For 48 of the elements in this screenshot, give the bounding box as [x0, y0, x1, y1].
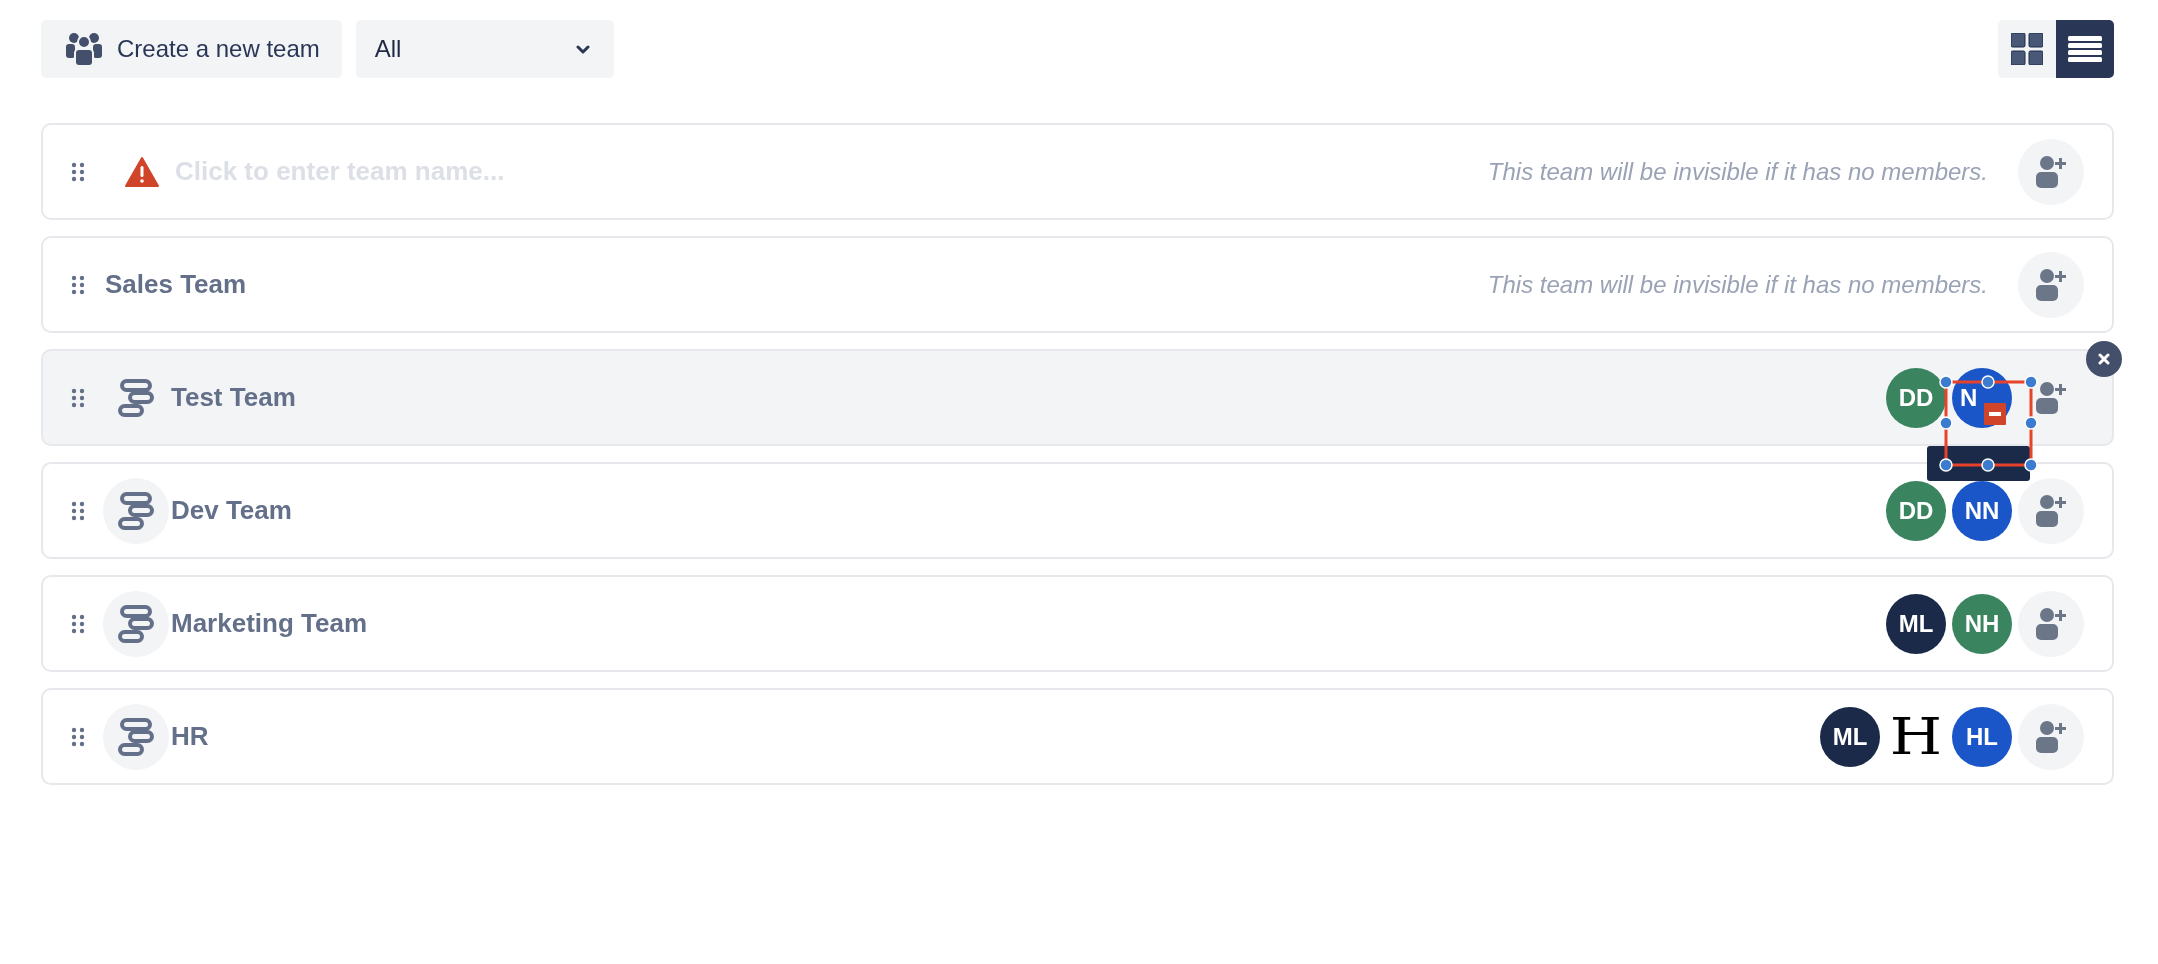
list-view-button[interactable]: [2056, 20, 2114, 78]
drag-handle-icon[interactable]: [71, 726, 85, 747]
team-name: Sales Team: [105, 269, 247, 300]
team-row[interactable]: Sales Team This team will be invisible if it has no members.: [41, 236, 2114, 333]
empty-team-note: This team will be invisible if it has no members.: [1487, 157, 1988, 186]
team-row[interactable]: HR ML H HL: [41, 688, 2114, 785]
drag-handle-icon[interactable]: [71, 500, 85, 521]
add-user-icon: [2033, 153, 2069, 190]
stacked-bars-icon: [118, 717, 154, 756]
member-avatar[interactable]: NH: [1952, 593, 2012, 654]
team-name: HR: [171, 721, 209, 752]
drag-handle-icon[interactable]: [71, 387, 85, 408]
member-avatar[interactable]: ML: [1886, 593, 1946, 654]
add-user-icon: [2033, 492, 2069, 529]
member-avatar[interactable]: NN: [1952, 480, 2012, 541]
member-avatar[interactable]: ML: [1820, 706, 1880, 767]
drag-handle-icon[interactable]: [71, 613, 85, 634]
member-avatar[interactable]: H: [1880, 706, 1952, 767]
team-name: Test Team: [171, 382, 296, 413]
chevron-down-icon: [575, 44, 590, 54]
group-icon: [65, 32, 103, 66]
member-avatar[interactable]: DD: [1886, 367, 1946, 428]
add-user-icon: [2033, 605, 2069, 642]
stacked-bars-icon: [118, 604, 154, 643]
list-icon: [2068, 35, 2102, 63]
drag-handle-icon[interactable]: [71, 161, 85, 182]
add-user-icon: [2033, 718, 2069, 755]
drag-handle-icon[interactable]: [71, 274, 85, 295]
close-button[interactable]: [2086, 341, 2122, 377]
team-row[interactable]: Dev Team DD NN: [41, 462, 2114, 559]
add-user-icon: [2033, 266, 2069, 303]
member-avatar[interactable]: DD: [1886, 480, 1946, 541]
empty-team-note: This team will be invisible if it has no members.: [1487, 270, 1988, 299]
team-row[interactable]: Marketing Team ML NH: [41, 575, 2114, 672]
member-avatar[interactable]: HL: [1952, 706, 2012, 767]
close-icon: [2098, 353, 2110, 365]
stacked-bars-icon: [118, 491, 154, 530]
stacked-bars-icon: [118, 378, 154, 417]
team-row[interactable]: Test Team DD N: [41, 349, 2114, 446]
create-team-button[interactable]: Create a new team: [41, 20, 342, 78]
add-user-icon: [2033, 379, 2069, 416]
grid-icon: [2011, 33, 2043, 65]
warning-icon: [125, 156, 159, 187]
team-name: Dev Team: [171, 495, 292, 526]
grid-view-button[interactable]: [1998, 20, 2056, 78]
filter-dropdown[interactable]: All: [355, 20, 614, 78]
team-name: Marketing Team: [171, 608, 367, 639]
selection-outline[interactable]: [1940, 376, 2037, 471]
